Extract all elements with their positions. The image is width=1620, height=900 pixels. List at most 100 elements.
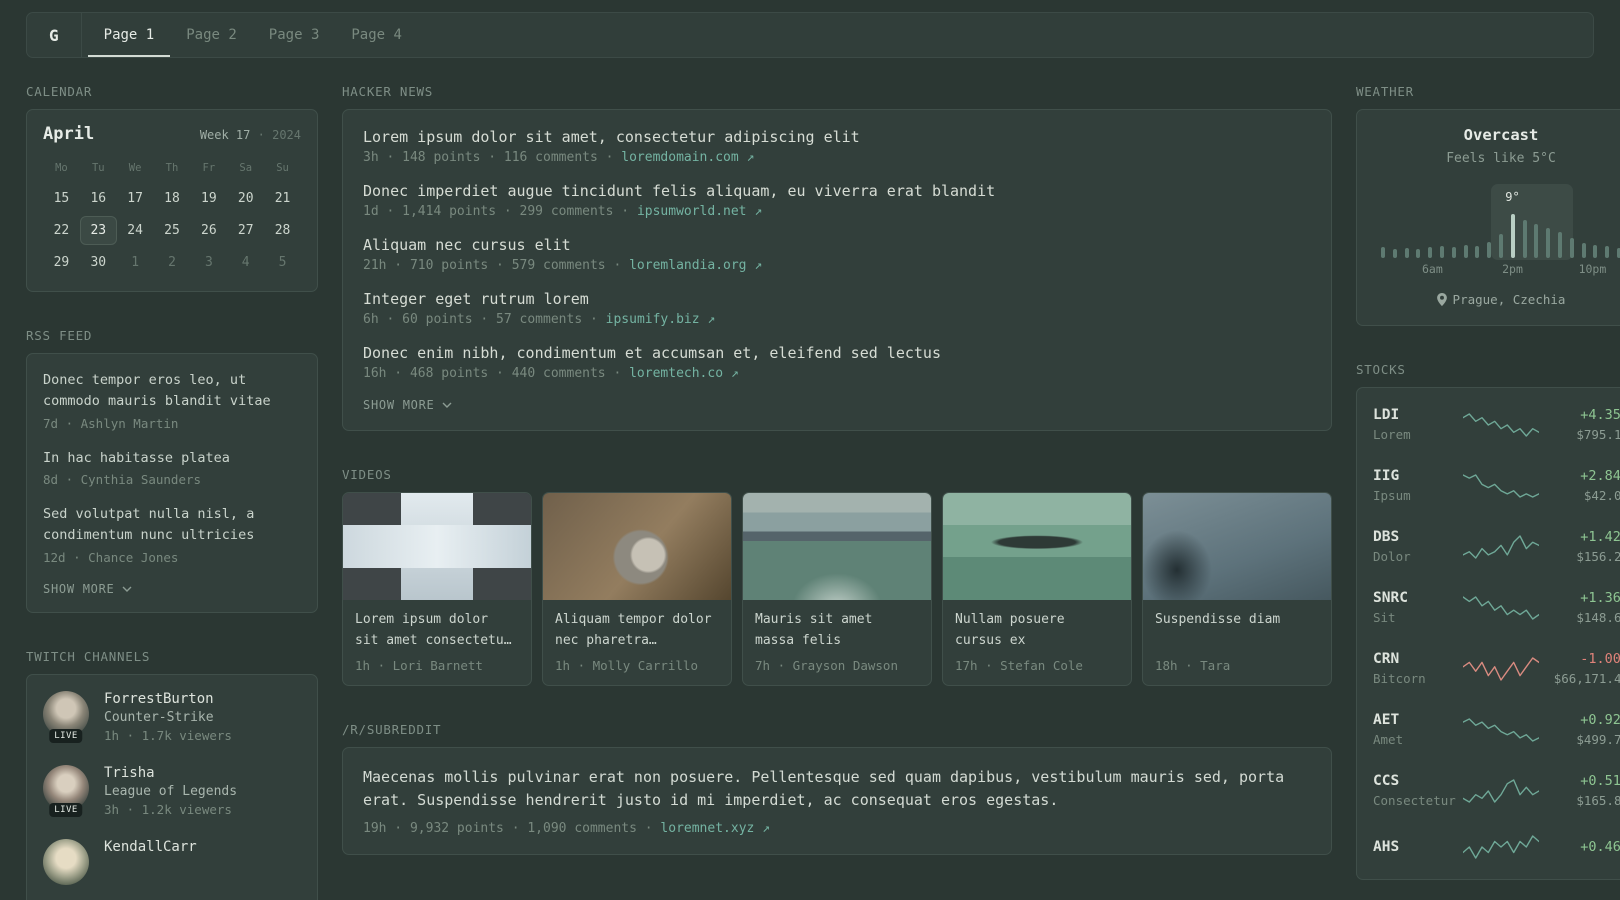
reddit-domain-link[interactable]: loremnet.xyz ↗ xyxy=(660,821,770,836)
weather-condition: Overcast xyxy=(1463,126,1539,144)
stock-change: -1.00% xyxy=(1580,651,1620,667)
stock-price: $66,171.48 xyxy=(1553,671,1620,686)
weather-section-label: WEATHER xyxy=(1356,84,1414,99)
rss-item-title[interactable]: Sed volutpat nulla nisl, a condimentum n… xyxy=(43,504,301,547)
subreddit-widget: /R/SUBREDDIT Maecenas mollis pulvinar er… xyxy=(342,722,1332,855)
top-nav: G Page 1 Page 2 Page 3 Page 4 xyxy=(26,12,1594,58)
hn-item-meta: 16h · 468 points · 440 comments · loremt… xyxy=(363,366,739,381)
tab-page-1[interactable]: Page 1 xyxy=(88,13,171,57)
rss-item-title[interactable]: In hac habitasse platea xyxy=(43,448,301,469)
weather-bar xyxy=(1581,243,1586,258)
calendar-day: 27 xyxy=(237,223,254,238)
calendar-weekday: Sa xyxy=(239,162,253,174)
video-thumbnail xyxy=(1143,493,1331,600)
hn-domain-link[interactable]: ipsumworld.net ↗ xyxy=(637,204,762,219)
calendar-day: 28 xyxy=(274,223,291,238)
hacker-news-section-label: HACKER NEWS xyxy=(342,84,434,99)
video-title: Lorem ipsum dolor sit amet consectetu… xyxy=(355,612,512,648)
calendar-weekday: Tu xyxy=(91,162,105,174)
rss-item-title[interactable]: Donec tempor eros leo, ut commodo mauris… xyxy=(43,370,301,413)
stock-price: $499.72 xyxy=(1576,732,1620,747)
calendar-month: April xyxy=(43,124,95,144)
video-card[interactable]: Aliquam tempor dolor nec pharetra… 1h · … xyxy=(542,492,732,686)
hn-domain-link[interactable]: loremdomain.com ↗ xyxy=(621,150,754,165)
tab-page-2[interactable]: Page 2 xyxy=(170,13,253,57)
stock-change: +1.42% xyxy=(1580,529,1620,545)
hn-item-title[interactable]: Lorem ipsum dolor sit amet, consectetur … xyxy=(363,128,1311,146)
weather-chart: 9° 6am 2pm 10pm xyxy=(1381,184,1620,276)
hn-item-title[interactable]: Donec enim nibh, condimentum et accumsan… xyxy=(363,344,1311,362)
calendar-day: 15 xyxy=(53,191,70,206)
hn-domain-link[interactable]: ipsumify.biz ↗ xyxy=(606,312,716,327)
tab-page-4[interactable]: Page 4 xyxy=(335,13,418,57)
video-meta: 7h · Grayson Dawson xyxy=(755,658,898,673)
stock-row[interactable]: LDI Lorem +4.35% $795.18 xyxy=(1373,394,1620,455)
video-title: Mauris sit amet massa felis xyxy=(755,612,873,648)
right-column: WEATHER Overcast Feels like 5°C 9° 6am 2pm… xyxy=(1356,84,1620,900)
video-title: Nullam posuere cursus ex xyxy=(955,612,1065,648)
stock-change: +4.35% xyxy=(1580,407,1620,423)
weather-feels-like: Feels like 5°C xyxy=(1446,151,1556,166)
stocks-list: LDI Lorem +4.35% $795.18 IIG Ipsum +2.84… xyxy=(1373,394,1620,873)
calendar-day: 21 xyxy=(274,191,291,206)
weather-bar xyxy=(1463,245,1468,258)
rss-show-more-button[interactable]: SHOW MORE xyxy=(43,582,301,596)
external-link-icon: ↗ xyxy=(730,366,739,381)
stock-change: +0.51% xyxy=(1580,773,1620,789)
stock-row[interactable]: AHS +0.46% xyxy=(1373,821,1620,873)
rss-item-meta: 12d · Chance Jones xyxy=(43,549,179,565)
video-card[interactable]: Lorem ipsum dolor sit amet consectetu… 1… xyxy=(342,492,532,686)
twitch-list: LIVE ForrestBurton Counter-Strike 1h · 1… xyxy=(43,690,301,885)
location-pin-icon xyxy=(1436,293,1447,306)
avatar xyxy=(43,838,89,885)
stock-row[interactable]: DBS Dolor +1.42% $156.28 xyxy=(1373,516,1620,577)
weather-bar xyxy=(1451,247,1456,258)
stock-row[interactable]: CRN Bitcorn -1.00% $66,171.48 xyxy=(1373,638,1620,699)
twitch-widget: TWITCH CHANNELS LIVE ForrestBurton Count… xyxy=(26,649,318,900)
stock-name: Bitcorn xyxy=(1373,671,1426,686)
twitch-channel-row[interactable]: LIVE ForrestBurton Counter-Strike 1h · 1… xyxy=(43,690,301,743)
external-link-icon: ↗ xyxy=(707,312,716,327)
calendar-week-meta: Week 17 · 2024 xyxy=(199,128,301,142)
video-card[interactable]: Mauris sit amet massa felis 7h · Grayson… xyxy=(742,492,932,686)
hacker-news-show-more-button[interactable]: SHOW MORE xyxy=(363,398,1311,412)
twitch-channel-name[interactable]: KendallCarr xyxy=(104,839,197,855)
hn-domain-link[interactable]: loremlandia.org ↗ xyxy=(629,258,762,273)
calendar-day: 22 xyxy=(53,223,70,238)
calendar-day: 3 xyxy=(204,255,213,270)
reddit-post-title[interactable]: Maecenas mollis pulvinar erat non posuer… xyxy=(363,766,1311,813)
video-card[interactable]: Nullam posuere cursus ex 17h · Stefan Co… xyxy=(942,492,1132,686)
rss-item-meta: 7d · Ashlyn Martin xyxy=(43,415,179,431)
hn-domain-link[interactable]: loremtech.co ↗ xyxy=(629,366,739,381)
stock-row[interactable]: CCS Consectetur +0.51% $165.84 xyxy=(1373,760,1620,821)
video-title: Suspendisse diam xyxy=(1155,612,1281,627)
hn-item-title[interactable]: Integer eget rutrum lorem xyxy=(363,290,1311,308)
stock-price: $156.28 xyxy=(1576,549,1620,564)
tab-page-3[interactable]: Page 3 xyxy=(253,13,336,57)
stock-row[interactable]: SNRC Sit +1.36% $148.64 xyxy=(1373,577,1620,638)
stock-ticker: AHS xyxy=(1373,839,1400,855)
calendar-weekday: Th xyxy=(165,162,179,174)
stock-row[interactable]: IIG Ipsum +2.84% $42.04 xyxy=(1373,455,1620,516)
hn-item-title[interactable]: Aliquam nec cursus elit xyxy=(363,236,1311,254)
stock-row[interactable]: AET Amet +0.92% $499.72 xyxy=(1373,699,1620,760)
twitch-channel-name[interactable]: ForrestBurton xyxy=(104,691,232,707)
twitch-channel-name[interactable]: Trisha xyxy=(104,765,237,781)
video-meta: 17h · Stefan Cole xyxy=(955,658,1083,673)
weather-bar xyxy=(1546,228,1551,258)
hn-item-title[interactable]: Donec imperdiet augue tincidunt felis al… xyxy=(363,182,1311,200)
stock-sparkline xyxy=(1463,656,1539,682)
calendar-day: 29 xyxy=(53,255,70,270)
video-card[interactable]: Suspendisse diam 18h · Tara xyxy=(1142,492,1332,686)
twitch-channel-row[interactable]: LIVE Trisha League of Legends 3h · 1.2k … xyxy=(43,764,301,817)
twitch-channel-row[interactable]: KendallCarr xyxy=(43,838,301,885)
rss-widget: RSS FEED Donec tempor eros leo, ut commo… xyxy=(26,328,318,613)
weather-bar xyxy=(1522,220,1527,258)
stock-ticker: DBS xyxy=(1373,529,1400,545)
weather-bar xyxy=(1416,249,1421,258)
stock-sparkline xyxy=(1463,412,1539,438)
live-badge: LIVE xyxy=(49,802,83,817)
stock-ticker: CCS xyxy=(1373,773,1400,789)
chevron-down-icon xyxy=(122,586,132,592)
stock-change: +1.36% xyxy=(1580,590,1620,606)
